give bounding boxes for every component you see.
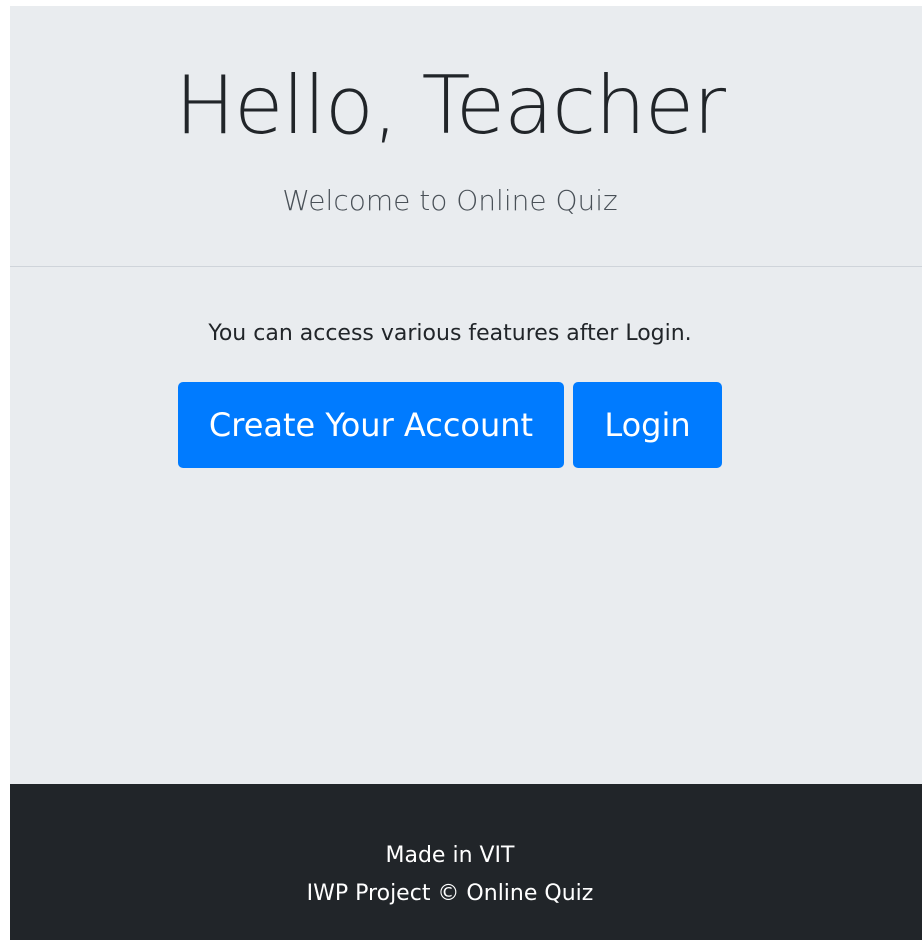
- page-subtitle: Welcome to Online Quiz: [282, 184, 618, 217]
- create-account-button[interactable]: Create Your Account: [178, 382, 564, 468]
- jumbotron-header: Hello, Teacher Welcome to Online Quiz: [10, 6, 922, 266]
- footer-copyright-text: IWP Project © Online Quiz: [306, 881, 594, 906]
- header-divider: [10, 266, 922, 267]
- footer: Made in VIT IWP Project © Online Quiz: [10, 784, 922, 940]
- page-container: Hello, Teacher Welcome to Online Quiz Yo…: [10, 6, 922, 940]
- page-title: Hello, Teacher: [175, 59, 726, 152]
- login-info-text: You can access various features after Lo…: [208, 321, 692, 346]
- footer-made-in-text: Made in VIT: [385, 843, 515, 868]
- login-button[interactable]: Login: [573, 382, 722, 468]
